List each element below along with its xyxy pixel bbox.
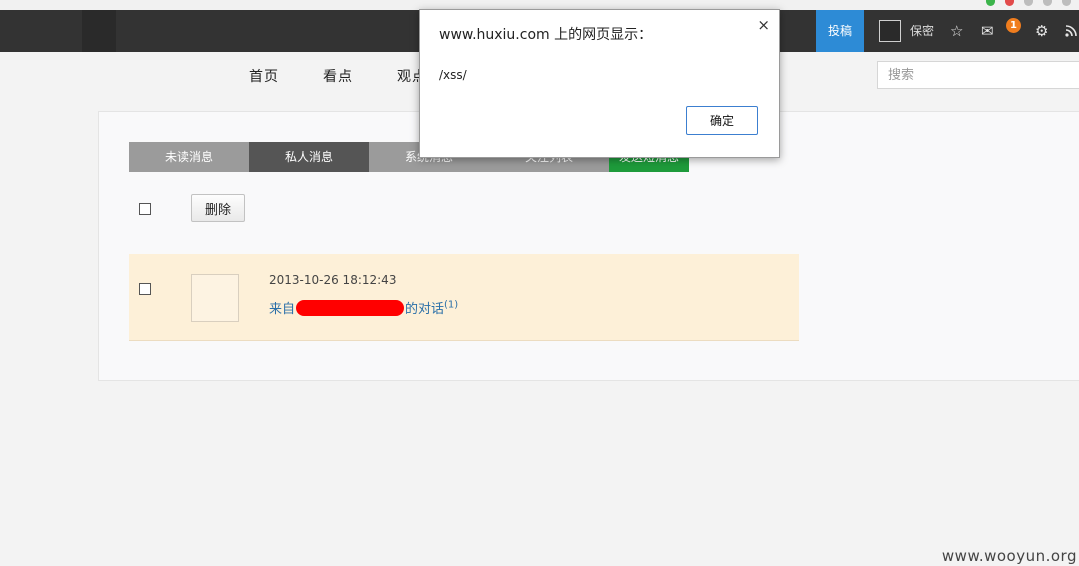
redaction-mark — [296, 300, 405, 316]
select-all-checkbox[interactable] — [139, 203, 151, 215]
notification-badge: 1 — [1006, 18, 1021, 33]
logo-area[interactable] — [82, 10, 116, 52]
ok-button[interactable]: 确定 — [686, 106, 758, 135]
conversation-suffix[interactable]: 的对话 — [405, 302, 444, 317]
rss-icon[interactable] — [1065, 25, 1077, 37]
close-icon[interactable]: × — [757, 16, 770, 34]
extension-icon[interactable] — [986, 0, 995, 6]
gear-icon[interactable]: ⚙ — [1035, 10, 1048, 52]
username[interactable]: 保密 — [910, 10, 934, 52]
submit-article-button[interactable]: 投稿 — [816, 10, 864, 52]
dialog-message: /xss/ — [439, 68, 467, 82]
extension-icon[interactable] — [1005, 0, 1014, 6]
user-avatar[interactable] — [879, 20, 901, 42]
dialog-title: www.huxiu.com 上的网页显示： — [439, 27, 653, 43]
delete-button[interactable]: 删除 — [191, 194, 245, 222]
nav-item-highlights[interactable]: 看点 — [323, 66, 353, 86]
star-icon[interactable]: ☆ — [950, 10, 963, 52]
conversation-link[interactable]: 来自 的对话(1) — [269, 298, 458, 317]
browser-extension-icons — [986, 0, 1071, 6]
message-count: (1) — [444, 299, 459, 311]
sender-avatar[interactable] — [191, 274, 239, 322]
nav-item-home[interactable]: 首页 — [249, 66, 279, 86]
alert-dialog: www.huxiu.com 上的网页显示： × /xss/ 确定 — [419, 9, 780, 158]
watermark: www.wooyun.org — [941, 547, 1077, 565]
tab-unread[interactable]: 未读消息 — [129, 142, 249, 172]
extension-icon[interactable] — [1043, 0, 1052, 6]
search-input[interactable] — [877, 61, 1079, 89]
extension-icon[interactable] — [1024, 0, 1033, 6]
conversation-prefix[interactable]: 来自 — [269, 302, 295, 317]
message-checkbox[interactable] — [139, 283, 151, 295]
extension-icon[interactable] — [1062, 0, 1071, 6]
tab-private[interactable]: 私人消息 — [249, 142, 369, 172]
message-time: 2013-10-26 18:12:43 — [269, 273, 397, 287]
mail-icon[interactable]: ✉ — [981, 10, 994, 52]
